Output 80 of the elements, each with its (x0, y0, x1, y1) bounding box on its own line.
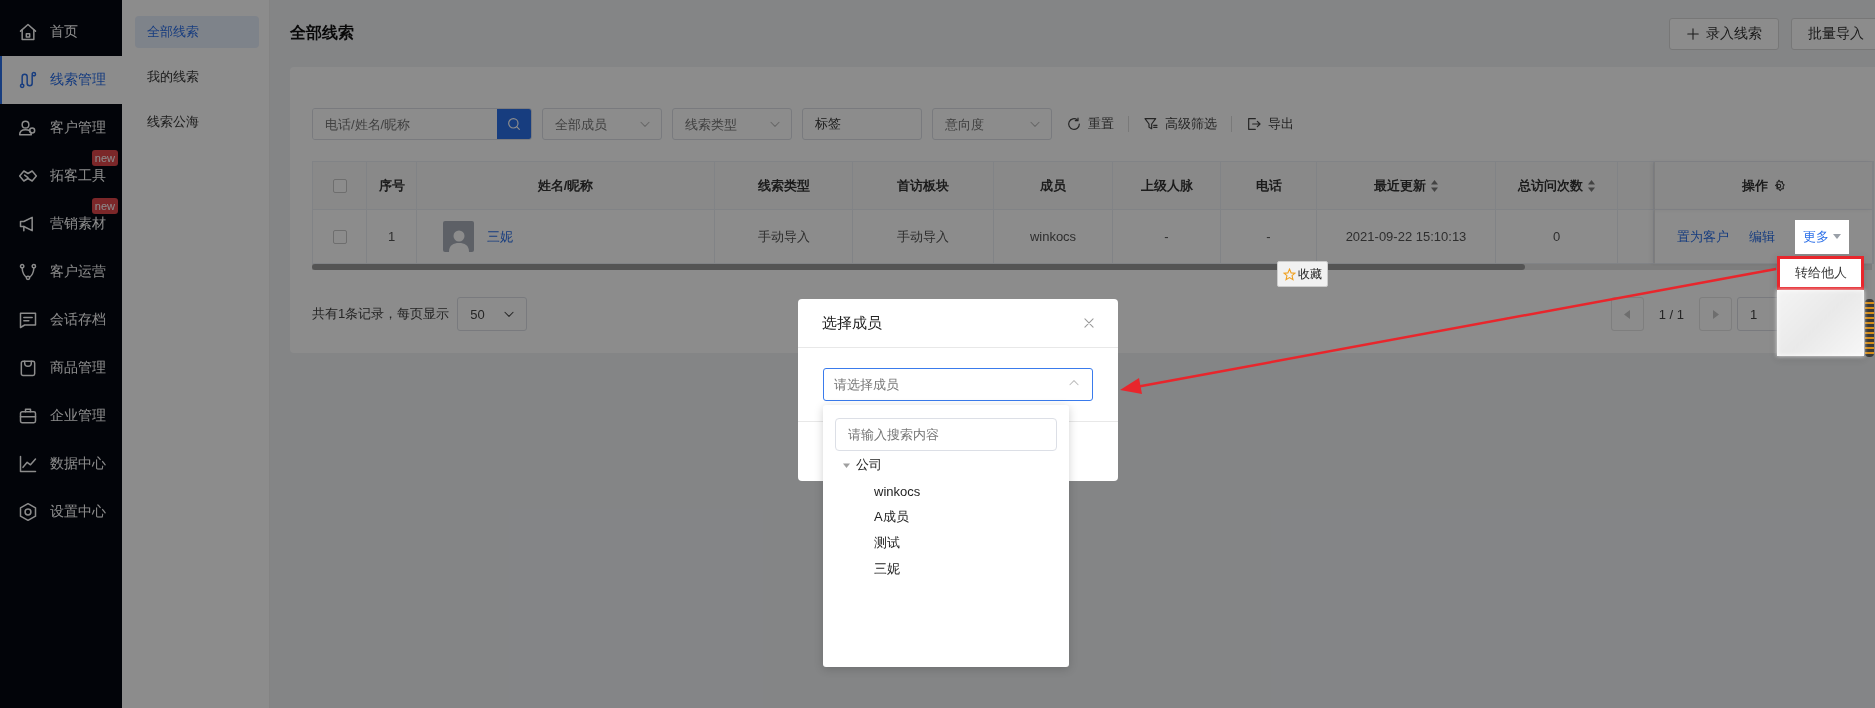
export-button[interactable]: 导出 (1242, 115, 1298, 133)
column-header: 最近更新 (1317, 162, 1496, 210)
tag-field[interactable]: 标签 (802, 108, 922, 140)
route-icon (18, 70, 38, 90)
prev-page-button[interactable] (1610, 297, 1644, 331)
new-badge: new (91, 150, 118, 166)
caret-icon (1833, 234, 1841, 239)
nodes-icon (18, 262, 38, 282)
export-icon (1246, 116, 1262, 132)
page-indicator: 1 / 1 (1658, 306, 1684, 322)
close-icon (1082, 316, 1096, 330)
close-button[interactable] (1082, 316, 1096, 330)
menu-item[interactable]: 转给他人 (1777, 255, 1864, 290)
action-link[interactable]: 编辑 (1749, 227, 1775, 246)
triangle-right-icon (1712, 309, 1719, 319)
nav-item[interactable]: 会话存档 (0, 296, 122, 344)
column-header: 首访板块 (853, 162, 994, 210)
advanced-filter-button[interactable]: 高级筛选 (1139, 115, 1221, 133)
briefcase-icon (18, 406, 38, 426)
sort-icon[interactable] (1586, 178, 1596, 193)
favorite-tooltip[interactable]: 收藏 (1277, 261, 1328, 287)
column-header: 线索类型 (715, 162, 853, 210)
settings-icon (18, 502, 38, 522)
scrollbar-thumb[interactable] (312, 264, 1525, 270)
add-lead-button[interactable]: 录入线索 (1669, 17, 1779, 50)
refresh-icon (1066, 116, 1082, 132)
filter-select[interactable]: 意向度 (932, 108, 1052, 140)
next-page-button[interactable] (1699, 297, 1732, 331)
modal-title: 选择成员 (822, 313, 882, 333)
column-header: 电话 (1221, 162, 1317, 210)
chart-icon (18, 454, 38, 474)
nav-item[interactable]: 首页 (0, 8, 122, 56)
tree-node[interactable]: winkocs (874, 483, 921, 499)
page-title: 全部线索 (290, 23, 354, 43)
search-field[interactable]: 电话/姓名/昵称 (312, 108, 532, 140)
page-size-select[interactable]: 50 (457, 297, 528, 331)
bag-icon (18, 358, 38, 378)
message-icon (18, 310, 38, 330)
users-icon (18, 118, 38, 138)
star-icon (1283, 267, 1296, 281)
nav-item[interactable]: 设置中心 (0, 488, 122, 536)
column-header: 上级人脉 (1113, 162, 1221, 210)
new-badge: new (91, 198, 118, 214)
import-button[interactable]: 批量导入 (1791, 17, 1875, 50)
checkbox[interactable] (332, 229, 347, 244)
column-header: 序号 (367, 162, 417, 210)
search-button[interactable] (497, 109, 531, 139)
tree-node[interactable]: A成员 (874, 508, 909, 526)
record-summary: 共有1条记录，每页显示 (312, 305, 450, 323)
tree-node[interactable]: 公司 (856, 456, 882, 474)
tree-node[interactable]: 测试 (874, 534, 900, 552)
scroll-indicator (1865, 299, 1874, 357)
submenu-item[interactable]: 我的线索 (135, 61, 259, 93)
nav-item[interactable]: 商品管理 (0, 344, 122, 392)
column-header: 姓名/昵称 (417, 162, 715, 210)
avatar-icon (443, 221, 474, 252)
sort-icon[interactable] (1429, 178, 1439, 193)
reset-button[interactable]: 重置 (1062, 115, 1118, 133)
submenu-item[interactable]: 线索公海 (135, 106, 259, 138)
nav-item[interactable]: 企业管理 (0, 392, 122, 440)
search-field[interactable]: 请输入搜索内容 (835, 418, 1057, 451)
filter-select[interactable]: 全部成员 (542, 108, 662, 140)
checkbox[interactable] (332, 178, 347, 193)
more-button[interactable]: 更多 (1795, 219, 1849, 254)
nav-item[interactable]: 数据中心 (0, 440, 122, 488)
nav-item[interactable]: 客户运营 (0, 248, 122, 296)
column-header: 操作 (1654, 162, 1873, 210)
plus-icon (1686, 26, 1700, 41)
caret-down-icon[interactable] (843, 461, 850, 469)
nav-item[interactable]: new 营销素材 (0, 200, 122, 248)
tree-node[interactable]: 三妮 (874, 560, 900, 578)
filter-icon (1143, 116, 1159, 132)
search-icon (506, 116, 522, 132)
contact-link[interactable]: 三妮 (487, 227, 513, 246)
triangle-left-icon (1624, 309, 1631, 319)
column-header: 成员 (994, 162, 1113, 210)
filter-select[interactable]: 线索类型 (672, 108, 792, 140)
member-select[interactable]: 请选择成员 (823, 368, 1093, 401)
house-icon (18, 22, 38, 42)
column-header: 总访问次数 (1496, 162, 1618, 210)
